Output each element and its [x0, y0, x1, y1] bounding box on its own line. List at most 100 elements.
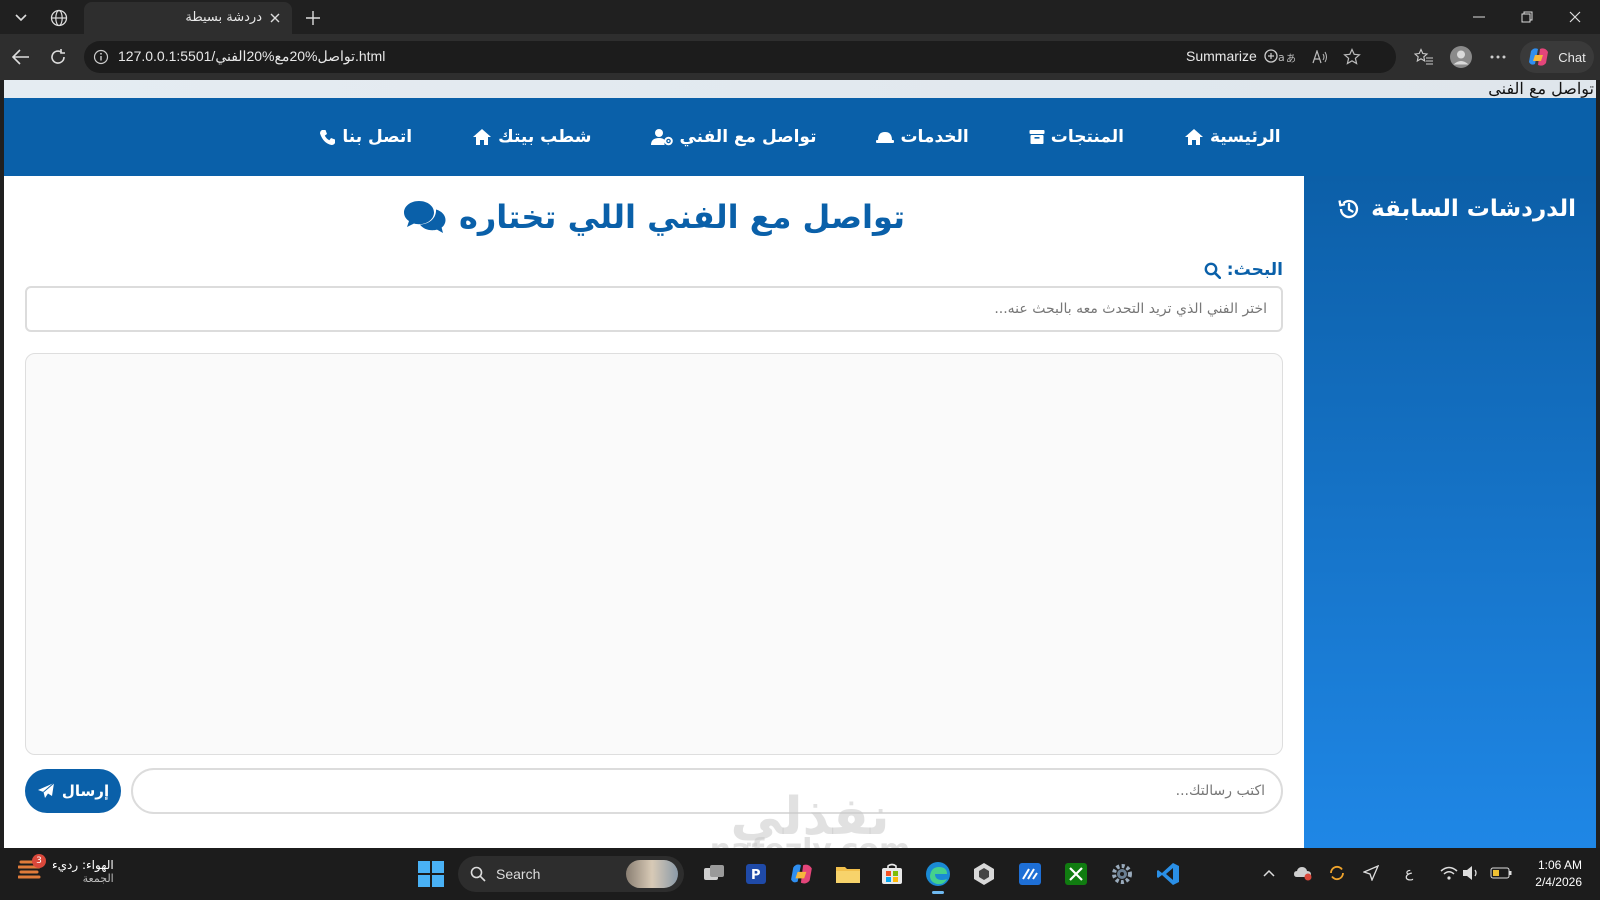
onedrive-error-icon[interactable]	[1292, 862, 1314, 884]
send-button[interactable]: إرسال	[25, 769, 121, 813]
show-hidden-icons-chevron-icon[interactable]	[1258, 862, 1280, 884]
vscode-icon[interactable]	[1154, 860, 1182, 888]
history-icon	[1338, 199, 1359, 219]
send-location-icon[interactable]	[1360, 862, 1382, 884]
nav-item-services[interactable]: الخدمات	[846, 127, 998, 147]
browser-tab[interactable]: دردشة بسيطة	[84, 2, 292, 34]
nav-label: شطب بيتك	[498, 127, 592, 147]
document-title: تواصل مع الفنى	[1488, 80, 1594, 98]
summarize-button[interactable]: Summarize	[1186, 48, 1279, 64]
chat-label: Chat	[1558, 49, 1586, 65]
file-explorer-icon[interactable]	[834, 860, 862, 888]
paper-plane-icon	[37, 782, 55, 798]
input-language-indicator[interactable]: ع	[1398, 862, 1420, 884]
weather-badge: 3	[32, 854, 46, 868]
home-icon	[1184, 129, 1203, 145]
back-arrow-icon[interactable]	[7, 43, 35, 71]
restore-icon[interactable]	[1507, 4, 1547, 30]
copilot-icon	[1529, 48, 1549, 66]
taskbar-search[interactable]: Search	[458, 856, 684, 892]
technician-search-input[interactable]	[25, 286, 1283, 332]
nav-label: المنتجات	[1050, 127, 1124, 147]
summarize-label: Summarize	[1186, 48, 1257, 64]
vscode-insiders-icon[interactable]	[1016, 860, 1044, 888]
address-bar[interactable]: 127.0.0.1:5501/تواصل%20مع%20الفني.html S…	[84, 41, 1396, 73]
translate-icon[interactable]: aあ	[1277, 47, 1297, 67]
svg-text:P: P	[751, 868, 761, 883]
svg-text:あ: あ	[1286, 53, 1296, 64]
clock-time: 1:06 AM	[1537, 858, 1582, 872]
send-label: إرسال	[61, 782, 110, 800]
sync-icon[interactable]	[1326, 862, 1348, 884]
browser-tabstrip: دردشة بسيطة	[0, 0, 1600, 34]
task-view-icon[interactable]	[700, 860, 728, 888]
weather-status: الهواء: رديء	[52, 857, 114, 872]
favorites-icon[interactable]	[1412, 45, 1436, 69]
comments-icon	[403, 201, 446, 233]
globe-icon[interactable]	[46, 6, 72, 30]
new-tab-plus-icon[interactable]	[300, 5, 326, 31]
chat-messages-area[interactable]	[25, 353, 1283, 755]
page-heading: تواصل مع الفني اللي تختاره	[4, 198, 1304, 236]
store-app-icon[interactable]	[878, 860, 906, 888]
search-highlight-image	[626, 860, 678, 888]
volume-icon[interactable]	[1460, 862, 1482, 884]
url-text[interactable]: 127.0.0.1:5501/تواصل%20مع%20الفني.html	[118, 48, 385, 65]
sidebar-title-text: الدردشات السابقة	[1371, 196, 1576, 222]
search-label-text: البحث:	[1226, 260, 1283, 280]
settings-gear-icon[interactable]	[1108, 860, 1136, 888]
document-title-strip: تواصل مع الفنى	[4, 80, 1596, 98]
windows-start-icon[interactable]	[418, 861, 444, 887]
browser-toolbar: 127.0.0.1:5501/تواصل%20مع%20الفني.html S…	[0, 34, 1600, 80]
edge-browser-icon[interactable]	[924, 860, 952, 894]
publisher-app-icon[interactable]: P	[742, 860, 770, 888]
reload-icon[interactable]	[44, 43, 72, 71]
search-label: البحث:	[1204, 260, 1283, 280]
clock-date: 2/4/2026	[1535, 875, 1582, 889]
svg-text:a: a	[1278, 51, 1285, 64]
close-window-icon[interactable]	[1555, 4, 1595, 30]
site-info-icon[interactable]	[92, 48, 110, 66]
more-options-icon[interactable]	[1486, 45, 1510, 69]
tab-list-chevron-icon[interactable]	[8, 6, 34, 30]
heading-text: تواصل مع الفني اللي تختاره	[458, 198, 906, 236]
nav-item-contact-us[interactable]: اتصل بنا	[289, 127, 442, 147]
nav-item-home[interactable]: الرئيسية	[1154, 127, 1311, 147]
message-input[interactable]	[131, 768, 1283, 814]
user-gear-icon	[651, 129, 674, 146]
copilot-chat-button[interactable]: Chat	[1520, 41, 1594, 73]
weather-day: الجمعة	[82, 871, 114, 885]
profile-avatar-icon[interactable]	[1449, 45, 1473, 69]
search-icon	[1204, 262, 1221, 279]
system-clock[interactable]: 1:06 AM 2/4/2026	[1535, 857, 1582, 891]
chat-panel: تواصل مع الفني اللي تختاره البحث: إرسال	[4, 176, 1304, 848]
favorite-star-icon[interactable]	[1342, 47, 1362, 67]
sidebar-title: الدردشات السابقة	[1337, 196, 1576, 222]
previous-chats-sidebar: الدردشات السابقة	[1304, 176, 1596, 848]
nav-item-contact-technician[interactable]: تواصل مع الفني	[621, 127, 846, 147]
close-tab-icon[interactable]	[266, 9, 284, 27]
weather-icon: 3	[17, 854, 46, 886]
minimize-icon[interactable]	[1459, 4, 1499, 30]
unity-hub-icon[interactable]	[970, 860, 998, 888]
page-viewport: تواصل مع الفنى الرئيسية المنتجات الخدمات…	[4, 80, 1596, 848]
nav-label: الرئيسية	[1209, 127, 1281, 147]
nav-label: اتصل بنا	[342, 127, 413, 147]
site-navigation: الرئيسية المنتجات الخدمات تواصل مع الفني…	[4, 98, 1596, 176]
search-icon	[470, 866, 486, 882]
copilot-app-icon[interactable]	[788, 860, 816, 888]
taskbar-search-label: Search	[496, 866, 541, 882]
nav-item-finish-your-home[interactable]: شطب بيتك	[442, 127, 621, 147]
nav-item-products[interactable]: المنتجات	[999, 127, 1154, 147]
phone-icon	[320, 129, 336, 145]
windows-taskbar: 3 الهواء: رديء الجمعة Search P ع 1:06 AM…	[0, 848, 1600, 900]
wifi-icon[interactable]	[1438, 862, 1460, 884]
hard-hat-icon	[876, 132, 895, 143]
home-icon	[473, 129, 492, 145]
box-icon	[1029, 130, 1045, 144]
nav-label: الخدمات	[900, 127, 969, 147]
weather-widget[interactable]: 3 الهواء: رديء الجمعة	[17, 854, 114, 886]
xbox-icon[interactable]	[1062, 860, 1090, 888]
read-aloud-icon[interactable]	[1310, 47, 1330, 67]
battery-icon[interactable]	[1490, 862, 1512, 884]
